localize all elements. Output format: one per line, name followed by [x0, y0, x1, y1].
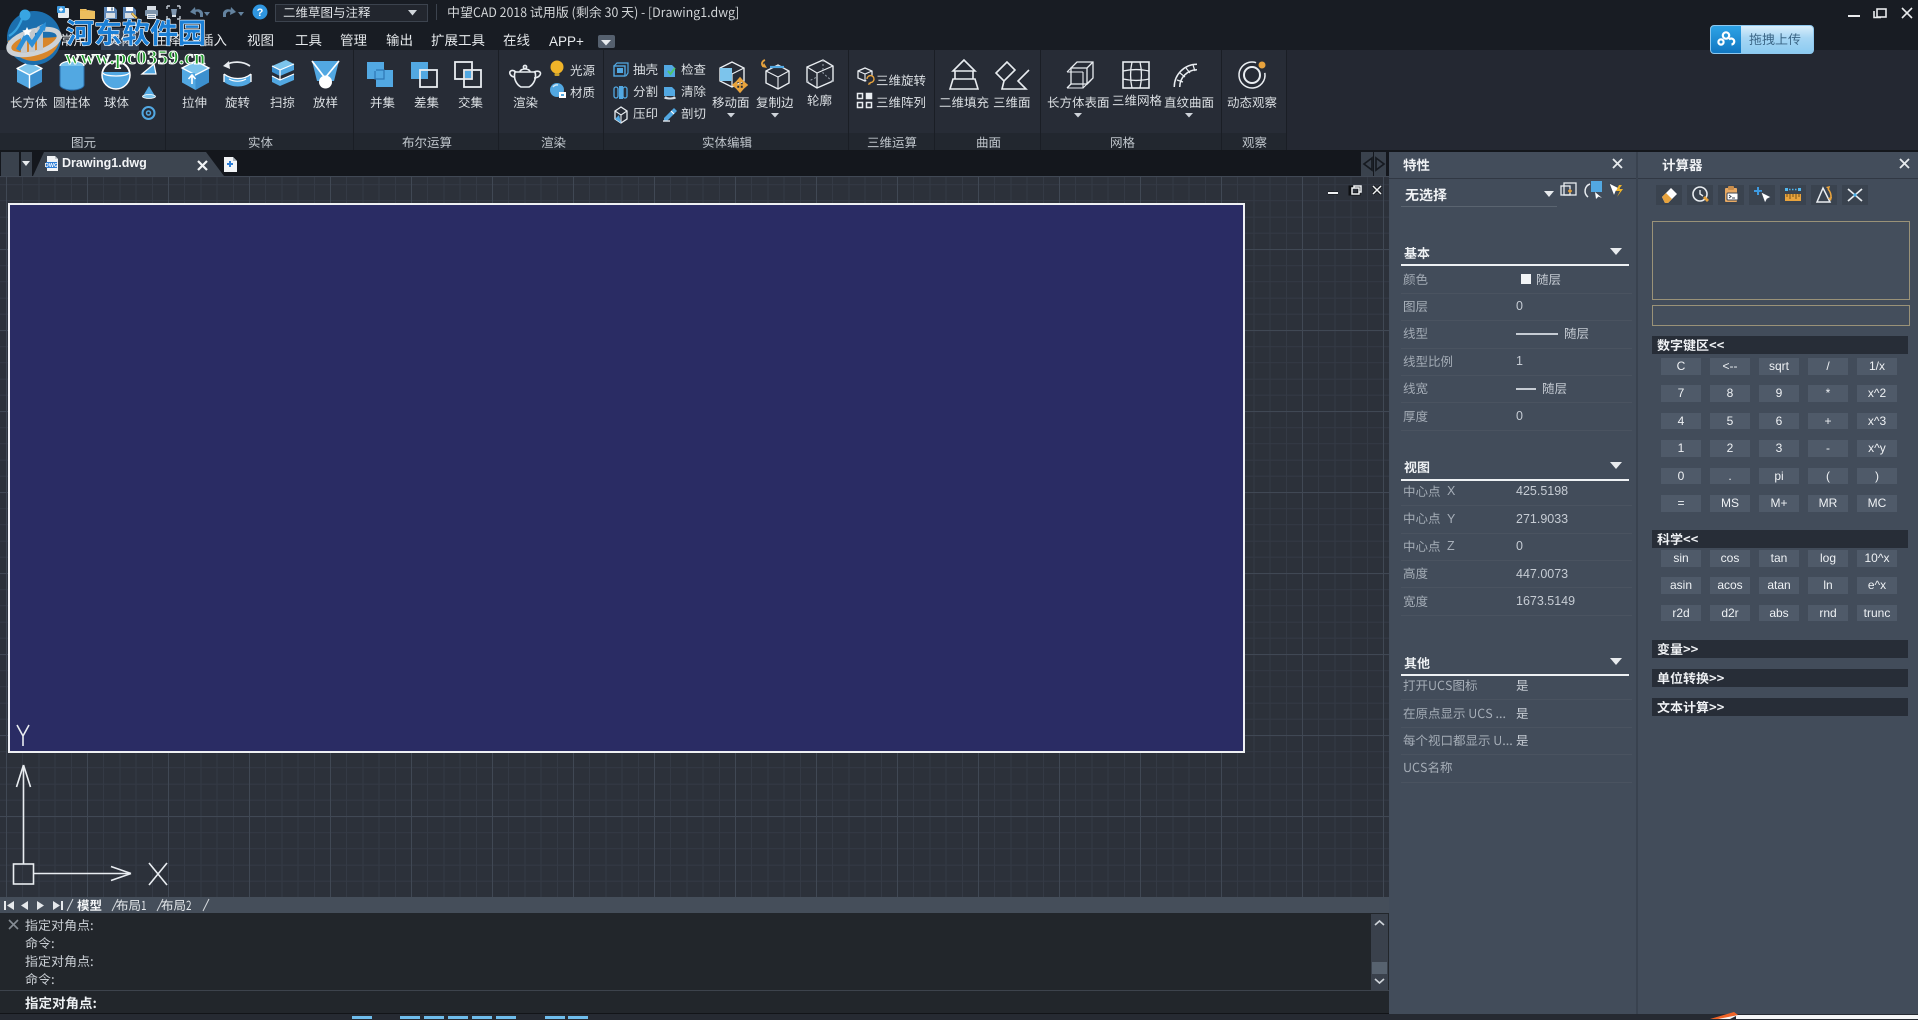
svg-text:?: ?	[257, 7, 264, 19]
svg-text:DWG: DWG	[45, 163, 58, 169]
